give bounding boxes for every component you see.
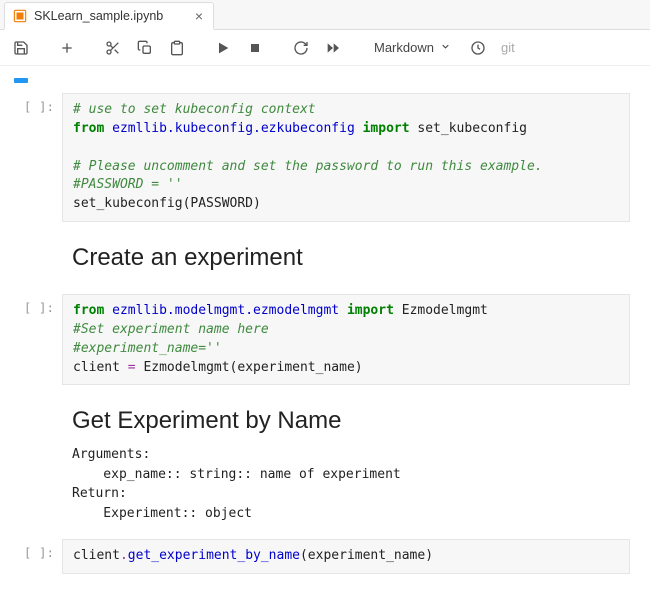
heading-get-experiment: Get Experiment by Name — [72, 407, 620, 435]
cell-type-label: Markdown — [374, 40, 434, 55]
cell-prompt-empty — [0, 393, 62, 399]
git-label[interactable]: git — [501, 40, 515, 55]
markdown-cell[interactable]: Create an experiment — [0, 228, 640, 288]
close-icon[interactable]: × — [195, 9, 203, 23]
cell-prompt: [ ]: — [0, 294, 62, 315]
stop-button[interactable] — [246, 39, 264, 57]
code-input[interactable]: # use to set kubeconfig context from ezm… — [62, 93, 630, 222]
cell-prompt: [ ]: — [0, 539, 62, 560]
collapse-indicator[interactable] — [14, 78, 28, 83]
notebook-icon — [13, 9, 27, 23]
docstring-block: Arguments: exp_name:: string:: name of e… — [72, 445, 620, 523]
run-button[interactable] — [214, 39, 232, 57]
markdown-output: Create an experiment — [62, 230, 630, 286]
chevron-down-icon — [440, 40, 451, 55]
tab-title: SKLearn_sample.ipynb — [34, 9, 163, 23]
copy-button[interactable] — [136, 39, 154, 57]
cell-type-dropdown[interactable]: Markdown — [370, 38, 455, 57]
markdown-cell[interactable]: Get Experiment by Name Arguments: exp_na… — [0, 391, 640, 533]
code-input[interactable]: client.get_experiment_by_name(experiment… — [62, 539, 630, 574]
cell-prompt-empty — [0, 230, 62, 236]
cell-prompt: [ ]: — [0, 93, 62, 114]
tab-bar: SKLearn_sample.ipynb × — [0, 0, 650, 30]
code-cell[interactable]: [ ]: # use to set kubeconfig context fro… — [0, 91, 640, 224]
code-cell[interactable]: [ ]: from ezmllib.modelmgmt.ezmodelmgmt … — [0, 292, 640, 387]
heading-create-experiment: Create an experiment — [72, 244, 620, 272]
markdown-output: Get Experiment by Name Arguments: exp_na… — [62, 393, 630, 531]
notebook-tab[interactable]: SKLearn_sample.ipynb × — [4, 2, 214, 30]
toolbar: Markdown git — [0, 30, 650, 66]
code-input[interactable]: from ezmllib.modelmgmt.ezmodelmgmt impor… — [62, 294, 630, 385]
code-cell[interactable]: [ ]: client.get_experiment_by_name(exper… — [0, 537, 640, 576]
restart-button[interactable] — [292, 39, 310, 57]
notebook-body: [ ]: # use to set kubeconfig context fro… — [0, 66, 650, 590]
paste-button[interactable] — [168, 39, 186, 57]
cut-button[interactable] — [104, 39, 122, 57]
fast-forward-button[interactable] — [324, 39, 342, 57]
save-button[interactable] — [12, 39, 30, 57]
insert-cell-button[interactable] — [58, 39, 76, 57]
kernel-status-icon[interactable] — [469, 39, 487, 57]
